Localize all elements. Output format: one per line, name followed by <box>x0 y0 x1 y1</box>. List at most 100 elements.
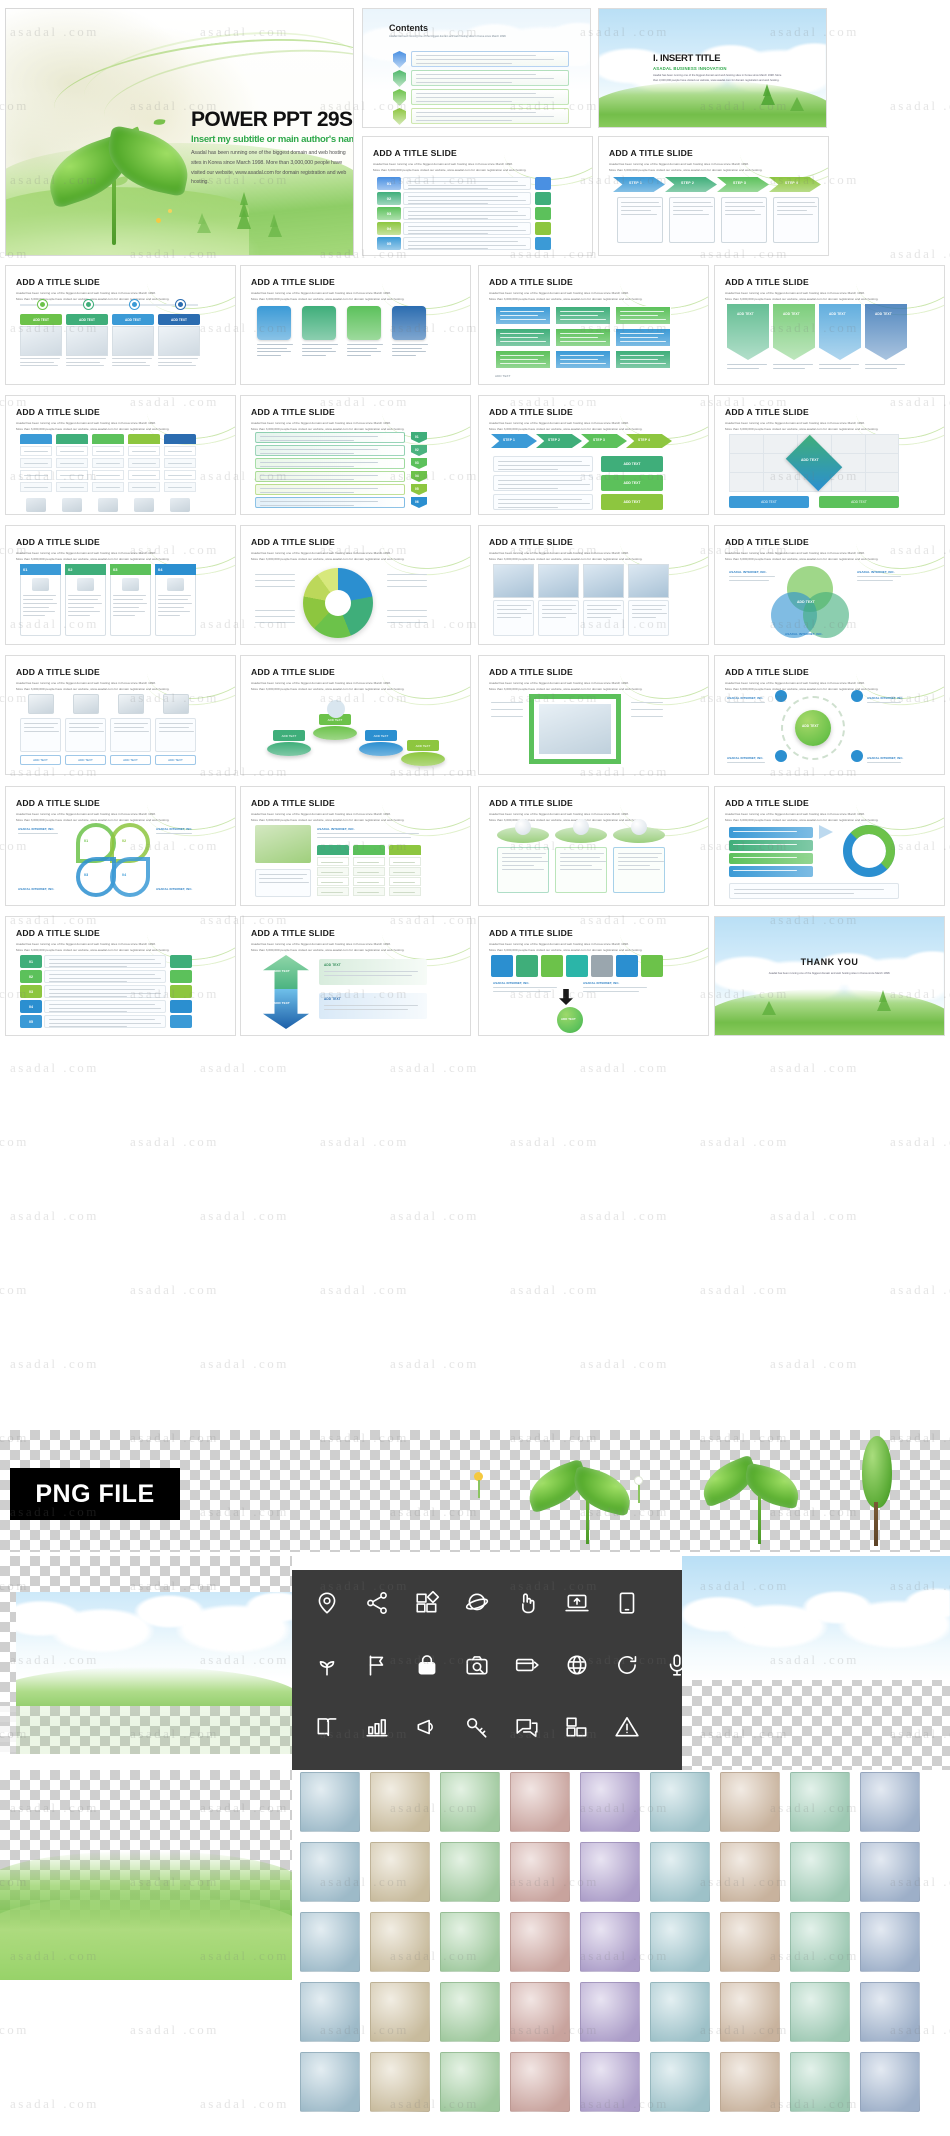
column-cell <box>56 446 88 456</box>
column-cell <box>92 470 124 480</box>
stock-photo-thumb <box>860 1982 920 2042</box>
slide-steps[interactable]: ADD A TITLE SLIDE Asadal has been running… <box>598 136 829 256</box>
warning-icon <box>610 1710 644 1744</box>
slide-columns[interactable]: ADD A TITLE SLIDE Asadal has been running… <box>5 395 236 515</box>
slide-heading: ADD A TITLE SLIDE <box>489 277 573 287</box>
stock-photo-thumb <box>650 1912 710 1972</box>
stock-photo-thumb <box>440 1982 500 2042</box>
num-card-icon <box>122 578 139 591</box>
column-photo <box>62 498 82 512</box>
card-photo <box>20 326 62 356</box>
slide-up-down[interactable]: ADD A TITLE SLIDE Asadal has been running… <box>240 916 471 1036</box>
hero-subtitle: Insert my subtitle or main author's name… <box>191 134 353 145</box>
slide-body-text: Asadal has been running one of the bigge… <box>725 681 879 692</box>
stock-photo-thumb <box>370 2052 430 2112</box>
lock-icon <box>410 1648 444 1682</box>
icon-tile <box>347 306 381 340</box>
column-photo <box>98 498 118 512</box>
contents-row[interactable] <box>393 51 569 68</box>
chevron-down-icon <box>411 458 427 469</box>
column-cell <box>164 470 196 480</box>
hero-cover-slide[interactable]: POWER PPT 29SET Insert my subtitle or ma… <box>5 8 354 256</box>
slide-islands[interactable]: ADD A TITLE SLIDE Asadal has been running… <box>478 786 709 906</box>
flower-icon <box>156 218 161 223</box>
shield-icon <box>393 108 406 125</box>
png-asset-grass-lower <box>0 1790 292 1980</box>
slide-section-divider[interactable]: I. INSERT TITLE ASADAL BUSINESS INNOVATI… <box>598 8 827 128</box>
gear-list-row <box>729 853 813 864</box>
table-green-cell <box>317 867 349 876</box>
label: ADD TEXT <box>324 997 341 1001</box>
icon-tile <box>641 955 663 977</box>
contents-row[interactable] <box>393 108 569 125</box>
row-text <box>403 177 531 190</box>
list-icon <box>170 985 192 998</box>
photo-caption <box>538 600 579 636</box>
slide-heading: ADD A TITLE SLIDE <box>725 667 809 677</box>
png-asset-sky-grass <box>0 1556 292 1754</box>
png-asset-leaf-pair <box>695 1438 820 1548</box>
label: ADD TEXT <box>829 312 846 316</box>
slide-thank-you[interactable]: THANK YOU Asadal has been running one of … <box>714 916 945 1036</box>
stock-photo-thumb <box>650 1842 710 1902</box>
flow-row <box>493 456 593 472</box>
stock-photo-thumb <box>650 1772 710 1832</box>
slide-num-cards[interactable]: ADD A TITLE SLIDE Asadal has been running… <box>5 525 236 645</box>
slide-body-text: Asadal has been running one of the bigge… <box>373 162 527 173</box>
stock-photo-thumb <box>860 2052 920 2112</box>
slide-arrows[interactable]: ADD A TITLE SLIDE Asadal has been running… <box>714 265 945 385</box>
slide-rows-icon[interactable]: ADD A TITLE SLIDE Asadal has been running… <box>362 136 593 256</box>
column-cell <box>128 458 160 468</box>
table-green-cell <box>317 877 349 886</box>
label: ADD TEXT <box>274 1001 290 1005</box>
stock-photo-thumb <box>580 1912 640 1972</box>
blocks-icon <box>410 1586 444 1620</box>
island-card <box>613 847 665 893</box>
slide-icon-tiles[interactable]: ADD A TITLE SLIDE Asadal has been running… <box>478 916 709 1036</box>
photo-caption <box>493 600 534 636</box>
slide-chevrons[interactable]: ADD A TITLE SLIDE Asadal has been running… <box>240 395 471 515</box>
contents-row[interactable] <box>393 70 569 87</box>
slide-table[interactable]: ADD A TITLE SLIDE Asadal has been running… <box>478 265 709 385</box>
slide-venn[interactable]: ADD A TITLE SLIDE Asadal has been running… <box>714 525 945 645</box>
slide-photo-cards[interactable]: ADD A TITLE SLIDE Asadal has been running… <box>478 525 709 645</box>
slide-contents[interactable]: Contents Asadal has been running one of … <box>362 8 591 128</box>
label: 03 <box>84 873 89 877</box>
png-asset-flower-white <box>630 1474 656 1504</box>
chevron-down-icon <box>411 471 427 482</box>
slide-cards-photo[interactable]: ADD A TITLE SLIDE Asadal has been running… <box>5 265 236 385</box>
chevron-row <box>255 432 405 443</box>
slide-table-green[interactable]: ADD A TITLE SLIDE Asadal has been running… <box>240 786 471 906</box>
table-cell <box>615 350 671 369</box>
chevron-row <box>255 471 405 482</box>
slide-heading: ADD A TITLE SLIDE <box>489 667 573 677</box>
num-card-header: 02 <box>65 564 106 575</box>
list-number: 02 <box>20 970 42 983</box>
column-header <box>164 434 196 444</box>
flow-row <box>493 475 593 491</box>
flow-label: ADD TEXT <box>601 494 663 510</box>
slide-heading: ADD A TITLE SLIDE <box>489 407 573 417</box>
card-photo <box>112 326 154 356</box>
stock-photo-thumb <box>580 1772 640 1832</box>
device-card <box>65 718 106 752</box>
label: 02 <box>122 839 127 843</box>
chat-bubbles-icon <box>510 1710 544 1744</box>
contents-row[interactable] <box>393 89 569 106</box>
slide-icon-row[interactable]: ADD A TITLE SLIDE Asadal has been running… <box>240 265 471 385</box>
slide-flow[interactable]: ADD A TITLE SLIDE Asadal has been running… <box>478 395 709 515</box>
slide-hub[interactable]: ADD A TITLE SLIDE Asadal has been running… <box>714 655 945 775</box>
slide-list-colored[interactable]: ADD A TITLE SLIDE Asadal has been running… <box>5 916 236 1036</box>
slide-body-text: Asadal has been running one of the bigge… <box>489 291 643 302</box>
matrix-footer-left: ADD TEXT <box>729 496 809 508</box>
slide-body-text: Asadal has been running one of the bigge… <box>16 681 170 692</box>
slide-device-cards[interactable]: ADD A TITLE SLIDE Asadal has been running… <box>5 655 236 775</box>
slide-frame[interactable]: ADD A TITLE SLIDE Asadal has been running… <box>478 655 709 775</box>
slide-pie[interactable]: ADD A TITLE SLIDE Asadal has been running… <box>240 525 471 645</box>
slide-clover[interactable]: ADD A TITLE SLIDE Asadal has been running… <box>5 786 236 906</box>
label: ASADAL INTERNET, INC. <box>857 570 895 574</box>
slide-subtitle: Asadal has been running one of the bigge… <box>389 35 507 38</box>
slide-podium[interactable]: ADD A TITLE SLIDE Asadal has been running… <box>240 655 471 775</box>
slide-matrix[interactable]: ADD A TITLE SLIDE Asadal has been running… <box>714 395 945 515</box>
slide-gear-list[interactable]: ADD A TITLE SLIDE Asadal has been running… <box>714 786 945 906</box>
